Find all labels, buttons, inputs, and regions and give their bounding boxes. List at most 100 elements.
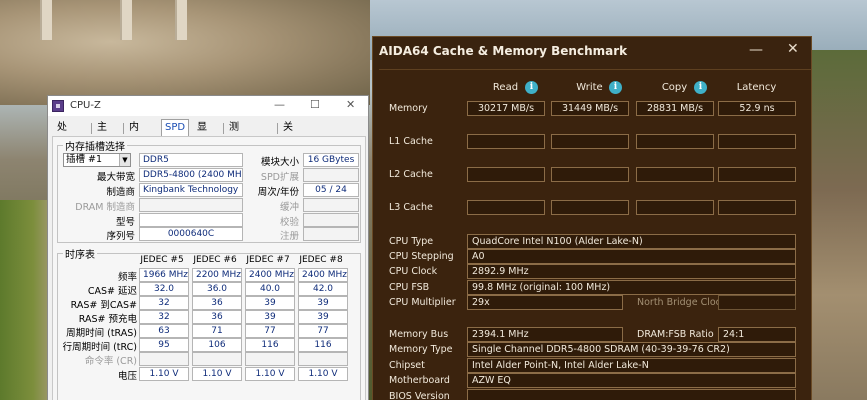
week-year-value: 05 / 24 [303,183,359,197]
tab-bench[interactable]: 测试分数 [226,120,242,181]
tab-about[interactable]: 关于 [280,120,296,149]
timing-row-label: CAS# 延迟 [87,286,137,297]
timing-cell: 1966 MHz [139,268,189,282]
timing-cell: 32 [139,296,189,310]
row-label-l2-cache: L2 Cache [389,169,433,180]
cpu-clock-value: 2892.9 MHz [467,264,796,279]
l3-latency-value [718,200,796,215]
north-bridge-label: North Bridge Clock [637,297,727,308]
info-icon[interactable]: i [694,81,707,94]
tab-memory[interactable]: 内存 [126,120,142,149]
l2-copy-value [636,167,714,182]
wallpaper-pillar [40,0,52,40]
buffered-value [303,198,359,212]
timing-column-header: JEDEC #5 [140,255,184,265]
l1-read-value [467,134,545,149]
l1-copy-value [636,134,714,149]
maximize-icon[interactable]: ☐ [310,98,320,111]
close-icon[interactable]: ✕ [787,41,801,57]
dram-fsb-ratio-value: 24:1 [718,327,796,342]
slot-select-dropdown[interactable]: 插槽 #1 ▼ [63,153,131,167]
spd-ext-label: SPD扩展 [260,172,299,183]
l3-copy-value [636,200,714,215]
module-size-label: 模块大小 [260,157,299,168]
chipset-value: Intel Alder Point-N, Intel Alder Lake-N [467,358,796,373]
chevron-down-icon: ▼ [119,154,130,166]
slot-selection-title: 内存插槽选择 [63,138,127,153]
timing-column-header: JEDEC #6 [193,255,237,265]
timing-cell: 40.0 [245,282,295,296]
memory-latency-value: 52.9 ns [718,101,796,116]
timing-cell: 77 [298,324,348,338]
manufacturer-label: 制造商 [106,187,135,198]
minimize-icon[interactable]: — [749,42,763,58]
slot-select-value: 插槽 #1 [66,154,103,165]
timing-cell: 2400 MHz [245,268,295,282]
timing-cell: 63 [139,324,189,338]
tab-mainboard[interactable]: 主板 [94,120,110,149]
timing-cell: 1.10 V [245,367,295,381]
timing-cell: 2200 MHz [192,268,242,282]
cpu-multiplier-label: CPU Multiplier [389,297,456,308]
row-label-l1-cache: L1 Cache [389,136,433,147]
memory-type-value: Single Channel DDR5-4800 SDRAM (40-39-39… [467,342,796,357]
timing-cell: 116 [245,338,295,352]
dram-manufacturer-value [139,198,243,212]
buffered-label: 缓冲 [279,202,299,213]
correction-value [303,213,359,227]
timing-row-label: RAS# 到CAS# [70,300,137,311]
timing-cell: 39 [298,296,348,310]
l3-write-value [551,200,629,215]
timing-cell: 2400 MHz [298,268,348,282]
timing-row-label: RAS# 预充电 [78,314,137,325]
aida64-titlebar[interactable]: AIDA64 Cache & Memory Benchmark — ✕ [373,37,811,67]
cpu-type-label: CPU Type [389,236,434,247]
max-bandwidth-label: 最大带宽 [96,172,135,183]
tab-spd[interactable]: SPD [161,119,190,137]
motherboard-value: AZW EQ [467,373,796,388]
l2-read-value [467,167,545,182]
registered-value [303,227,359,241]
cpu-multiplier-value: 29x [467,295,623,310]
timing-cell: 36.0 [192,282,242,296]
timing-cell [298,352,348,366]
max-bandwidth-value: DDR5-4800 (2400 MHz) [139,168,243,182]
timing-cell: 95 [139,338,189,352]
info-icon[interactable]: i [609,81,622,94]
memory-copy-value: 28831 MB/s [636,101,714,116]
l3-read-value [467,200,545,215]
timing-cell: 1.10 V [192,367,242,381]
timing-cell: 116 [298,338,348,352]
timing-cell [245,352,295,366]
cpu-fsb-label: CPU FSB [389,282,430,293]
cpu-stepping-label: CPU Stepping [389,251,454,262]
aida64-results-panel: Read i Write i Copy i Latency Memory 302… [379,69,811,400]
cpu-type-value: QuadCore Intel N100 (Alder Lake-N) [467,234,796,249]
cpu-stepping-value: A0 [467,249,796,264]
cpu-fsb-value: 99.8 MHz (original: 100 MHz) [467,280,796,295]
memory-type-label: Memory Type [389,344,453,355]
column-header-latency: Latency [736,82,777,93]
tab-graphics[interactable]: 显卡 [194,120,210,149]
timing-row-label: 周期时间 (tRAS) [66,328,137,339]
cpuz-titlebar[interactable]: CPU-Z — ☐ ✕ [48,96,368,116]
serial-number-value: 0000640C [139,227,243,241]
chipset-label: Chipset [389,360,425,371]
timing-cell: 42.0 [298,282,348,296]
wallpaper-cliff-right [808,50,867,400]
timing-cell: 1.10 V [298,367,348,381]
wallpaper-pillar [175,0,187,40]
part-number-value [139,213,243,227]
cpuz-logo-icon [52,100,64,112]
minimize-icon[interactable]: — [274,98,285,111]
timing-cell [139,352,189,366]
close-icon[interactable]: ✕ [346,98,355,111]
l1-latency-value [718,134,796,149]
info-icon[interactable]: i [525,81,538,94]
correction-label: 校验 [279,217,299,228]
module-size-value: 16 GBytes [303,153,359,167]
registered-label: 注册 [279,231,299,242]
timing-row-label: 频率 [117,272,137,283]
tab-processor[interactable]: 处理器 [54,120,70,165]
aida64-window-title: AIDA64 Cache & Memory Benchmark [379,44,628,58]
